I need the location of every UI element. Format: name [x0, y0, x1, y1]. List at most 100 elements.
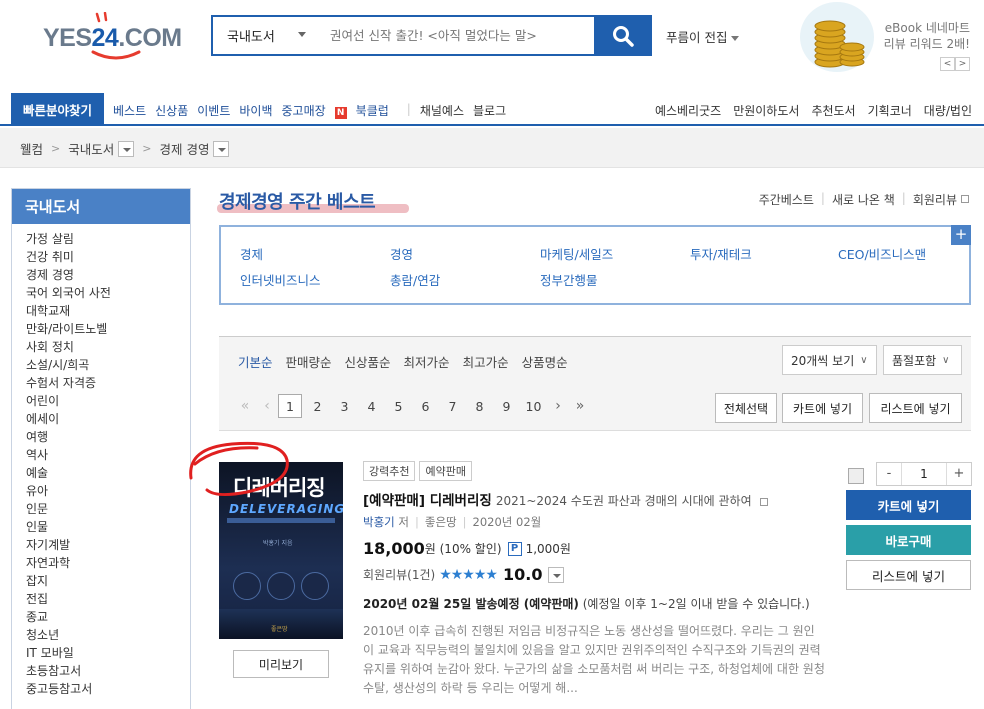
review-dropdown[interactable]: [548, 566, 565, 583]
sidebar-item[interactable]: 인물: [26, 518, 190, 536]
nav-item-event[interactable]: 이벤트: [197, 102, 230, 119]
add-to-list-button[interactable]: 리스트에 넣기: [846, 560, 971, 590]
sidebar-item[interactable]: 에세이: [26, 410, 190, 428]
nav-item-buyback[interactable]: 바이백: [239, 102, 272, 119]
publisher-link[interactable]: 좋은땅: [425, 515, 457, 529]
sidebar-item[interactable]: 소설/시/희곡: [26, 356, 190, 374]
subcategory-link[interactable]: 마케팅/세일즈: [540, 244, 613, 263]
subcategory-link[interactable]: CEO/비즈니스맨: [838, 244, 926, 263]
next-page-icon[interactable]: ›: [547, 398, 569, 414]
sidebar-item[interactable]: 중고등참고서: [26, 680, 190, 698]
quick-find-button[interactable]: 빠른분야찾기: [11, 93, 104, 126]
page-link[interactable]: 3: [331, 399, 358, 414]
new-window-icon[interactable]: [759, 497, 768, 506]
person-pick-dropdown[interactable]: 푸름이 전집: [666, 27, 740, 46]
qty-minus-button[interactable]: -: [877, 463, 901, 485]
nav-item-special-corner[interactable]: 기획코너: [868, 102, 912, 119]
search-button[interactable]: [594, 15, 652, 56]
subcategory-link[interactable]: 정부간행물: [540, 270, 598, 289]
per-page-select[interactable]: 20개씩 보기 ∨: [782, 345, 877, 375]
sidebar-item[interactable]: 역사: [26, 446, 190, 464]
review-count-link[interactable]: 회원리뷰(1건): [363, 566, 435, 583]
add-to-cart-button[interactable]: 카트에 넣기: [846, 490, 971, 520]
page-link[interactable]: 6: [412, 399, 439, 414]
sidebar-item[interactable]: 예술: [26, 464, 190, 482]
preview-button[interactable]: 미리보기: [233, 650, 329, 678]
page-link[interactable]: 5: [385, 399, 412, 414]
breadcrumb-home[interactable]: 웰컴: [20, 139, 43, 158]
sidebar-item[interactable]: 가정 살림: [26, 230, 190, 248]
sidebar-item[interactable]: 국어 외국어 사전: [26, 284, 190, 302]
nav-item-goods[interactable]: 예스베리굿즈: [655, 102, 721, 119]
breadcrumb-domestic[interactable]: 국내도서: [68, 139, 114, 158]
subcategory-link[interactable]: 인터넷비즈니스: [240, 270, 321, 289]
sort-name[interactable]: 상품명순: [522, 352, 568, 371]
banner-next-button[interactable]: >: [955, 57, 970, 71]
page-current[interactable]: 1: [278, 394, 302, 418]
page-link[interactable]: 9: [493, 399, 520, 414]
first-page-icon[interactable]: «: [234, 398, 256, 414]
add-to-cart-top-button[interactable]: 카트에 넣기: [782, 393, 863, 423]
sidebar-item[interactable]: 사회 정치: [26, 338, 190, 356]
sort-highest-price[interactable]: 최고가순: [463, 352, 509, 371]
qty-plus-button[interactable]: +: [947, 463, 971, 485]
nav-item-best[interactable]: 베스트: [113, 102, 146, 119]
nav-item-recommended[interactable]: 추천도서: [811, 102, 855, 119]
sidebar-item[interactable]: 자기계발: [26, 536, 190, 554]
search-category-select[interactable]: 국내도서: [213, 17, 316, 54]
expand-plus-button[interactable]: +: [951, 225, 971, 245]
sidebar-item[interactable]: 경제 경영: [26, 266, 190, 284]
prev-page-icon[interactable]: ‹: [256, 398, 278, 414]
sidebar-item[interactable]: 잡지: [26, 572, 190, 590]
nav-item-bookclub[interactable]: N 북클럽: [334, 102, 398, 119]
yes24-logo[interactable]: YES24.COM: [43, 12, 183, 62]
subcategory-link[interactable]: 투자/재테크: [690, 244, 752, 263]
nav-item-under-10000[interactable]: 만원이하도서: [733, 102, 799, 119]
sidebar-item[interactable]: 자연과학: [26, 554, 190, 572]
breadcrumb-dropdown[interactable]: [213, 140, 230, 157]
link-weekly-best[interactable]: 주간베스트: [759, 191, 814, 208]
nav-item-used-store[interactable]: 중고매장: [282, 102, 326, 119]
last-page-icon[interactable]: »: [569, 398, 591, 414]
soldout-select[interactable]: 품절포함 ∨: [883, 345, 962, 375]
sidebar-item[interactable]: 유아: [26, 482, 190, 500]
page-link[interactable]: 10: [520, 399, 547, 414]
page-link[interactable]: 4: [358, 399, 385, 414]
product-title[interactable]: [예약판매] 디레버리징 2021~2024 수도권 파산과 경매의 시대에 관하…: [363, 489, 768, 509]
author-link[interactable]: 박홍기: [363, 515, 395, 529]
link-new-books[interactable]: 새로 나온 책: [832, 191, 895, 208]
sidebar-item[interactable]: 여행: [26, 428, 190, 446]
sidebar-item[interactable]: 인문: [26, 500, 190, 518]
banner-prev-button[interactable]: <: [940, 57, 955, 71]
search-input[interactable]: [316, 17, 594, 54]
sidebar-item[interactable]: 만화/라이트노벨: [26, 320, 190, 338]
sidebar-item[interactable]: 어린이: [26, 392, 190, 410]
subcategory-link[interactable]: 경제: [240, 244, 263, 263]
nav-item-bulk-order[interactable]: 대량/법인: [924, 102, 972, 119]
sort-sales[interactable]: 판매량순: [286, 352, 332, 371]
add-to-list-top-button[interactable]: 리스트에 넣기: [869, 393, 962, 423]
page-link[interactable]: 2: [304, 399, 331, 414]
ebook-banner[interactable]: eBook 네네마트 리뷰 리워드 2배! < >: [800, 2, 980, 74]
sidebar-item[interactable]: 종교: [26, 608, 190, 626]
nav-item-blog[interactable]: 블로그: [473, 102, 506, 119]
product-checkbox[interactable]: [848, 468, 864, 484]
qty-input[interactable]: 1: [901, 463, 947, 485]
nav-item-new[interactable]: 신상품: [155, 102, 188, 119]
page-link[interactable]: 7: [439, 399, 466, 414]
buy-now-button[interactable]: 바로구매: [846, 525, 971, 555]
sidebar-item[interactable]: 전집: [26, 590, 190, 608]
select-all-button[interactable]: 전체선택: [715, 393, 777, 423]
breadcrumb-economy[interactable]: 경제 경영: [159, 139, 209, 158]
sidebar-item[interactable]: 건강 취미: [26, 248, 190, 266]
page-link[interactable]: 8: [466, 399, 493, 414]
sidebar-item[interactable]: 수험서 자격증: [26, 374, 190, 392]
link-member-review[interactable]: 회원리뷰: [913, 191, 957, 208]
subcategory-link[interactable]: 경영: [390, 244, 413, 263]
sort-newest[interactable]: 신상품순: [345, 352, 391, 371]
nav-item-channel-yes[interactable]: 채널예스: [420, 102, 464, 119]
book-cover-image[interactable]: 디레버리징 DELEVERAGING 박홍기 지음 좋은땅: [219, 462, 343, 639]
sidebar-item[interactable]: IT 모바일: [26, 644, 190, 662]
sort-lowest-price[interactable]: 최저가순: [404, 352, 450, 371]
sidebar-item[interactable]: 대학교재: [26, 302, 190, 320]
